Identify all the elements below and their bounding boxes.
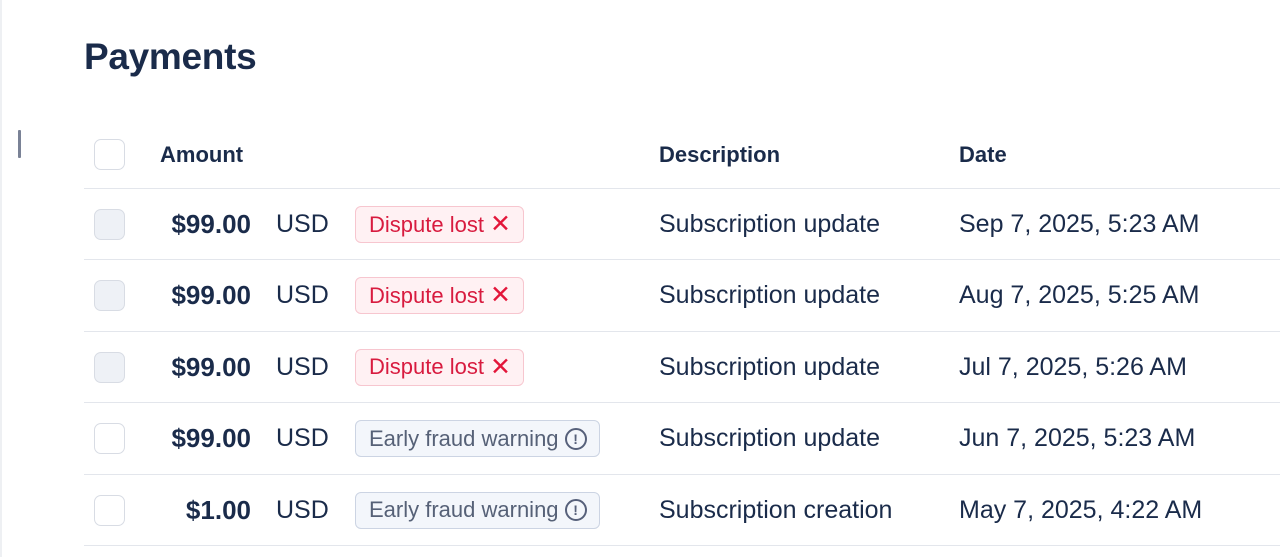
table-row[interactable]: $1.00 USD Early fraud warning ! Subscrip… <box>84 475 1280 546</box>
row-checkbox[interactable] <box>94 351 125 383</box>
row-checkbox[interactable] <box>94 209 125 240</box>
description-value: Subscription creation <box>659 495 893 524</box>
currency-code: USD <box>276 210 329 238</box>
description-value: Subscription update <box>659 281 880 310</box>
amount-value: $99.00 <box>171 209 251 239</box>
column-header-date[interactable]: Date <box>959 142 1007 168</box>
alert-circle-icon: ! <box>564 427 587 450</box>
row-checkbox[interactable] <box>94 494 125 526</box>
status-badge-label: Early fraud warning <box>369 497 559 523</box>
currency-code: USD <box>276 495 329 524</box>
x-icon: ✕ <box>489 210 511 238</box>
status-badge: Dispute lost ✕ <box>355 348 524 386</box>
currency-code: USD <box>276 281 329 310</box>
row-checkbox[interactable] <box>94 423 125 455</box>
status-badge-label: Early fraud warning <box>369 425 559 451</box>
currency-code: USD <box>276 352 329 381</box>
table-row[interactable]: $99.00 USD Dispute lost ✕ Subscription u… <box>84 189 1280 261</box>
table-row[interactable]: $99.00 USD Early fraud warning ! Subscri… <box>84 403 1280 475</box>
status-badge: Early fraud warning ! <box>355 491 600 529</box>
page-title: Payments <box>84 36 257 77</box>
date-value: Jul 7, 2025, 5:26 AM <box>959 352 1187 381</box>
text-cursor-indicator <box>18 130 21 158</box>
alert-circle-icon: ! <box>564 499 587 522</box>
select-all-checkbox[interactable] <box>94 139 125 170</box>
status-badge: Dispute lost ✕ <box>355 277 524 315</box>
description-value: Subscription update <box>659 352 880 381</box>
description-value: Subscription update <box>659 424 880 453</box>
amount-value: $99.00 <box>171 423 251 454</box>
date-value: Sep 7, 2025, 5:23 AM <box>959 210 1200 238</box>
row-checkbox[interactable] <box>94 280 125 312</box>
currency-code: USD <box>276 424 329 453</box>
table-header: Amount Description Date <box>84 118 1280 189</box>
status-badge: Dispute lost ✕ <box>355 206 524 243</box>
description-value: Subscription update <box>659 210 880 238</box>
payments-panel: Payments Amount Description Date $99.00 … <box>0 0 1280 557</box>
table-row[interactable]: $99.00 USD Dispute lost ✕ Subscription u… <box>84 332 1280 404</box>
amount-value: $1.00 <box>185 494 251 525</box>
date-value: Jun 7, 2025, 5:23 AM <box>959 424 1196 453</box>
column-header-amount[interactable]: Amount <box>160 142 243 168</box>
status-badge-label: Dispute lost <box>369 354 484 380</box>
x-icon: ✕ <box>489 352 511 381</box>
status-badge-label: Dispute lost <box>369 211 484 237</box>
status-badge: Early fraud warning ! <box>355 420 600 458</box>
status-badge-label: Dispute lost <box>369 282 484 308</box>
x-icon: ✕ <box>489 281 511 310</box>
column-header-description[interactable]: Description <box>659 142 780 168</box>
payments-table: Amount Description Date $99.00 USD Dispu… <box>84 118 1280 546</box>
date-value: Aug 7, 2025, 5:25 AM <box>959 281 1200 310</box>
table-row[interactable]: $99.00 USD Dispute lost ✕ Subscription u… <box>84 260 1280 332</box>
amount-value: $99.00 <box>171 280 251 311</box>
amount-value: $99.00 <box>171 351 251 382</box>
date-value: May 7, 2025, 4:22 AM <box>959 495 1203 524</box>
